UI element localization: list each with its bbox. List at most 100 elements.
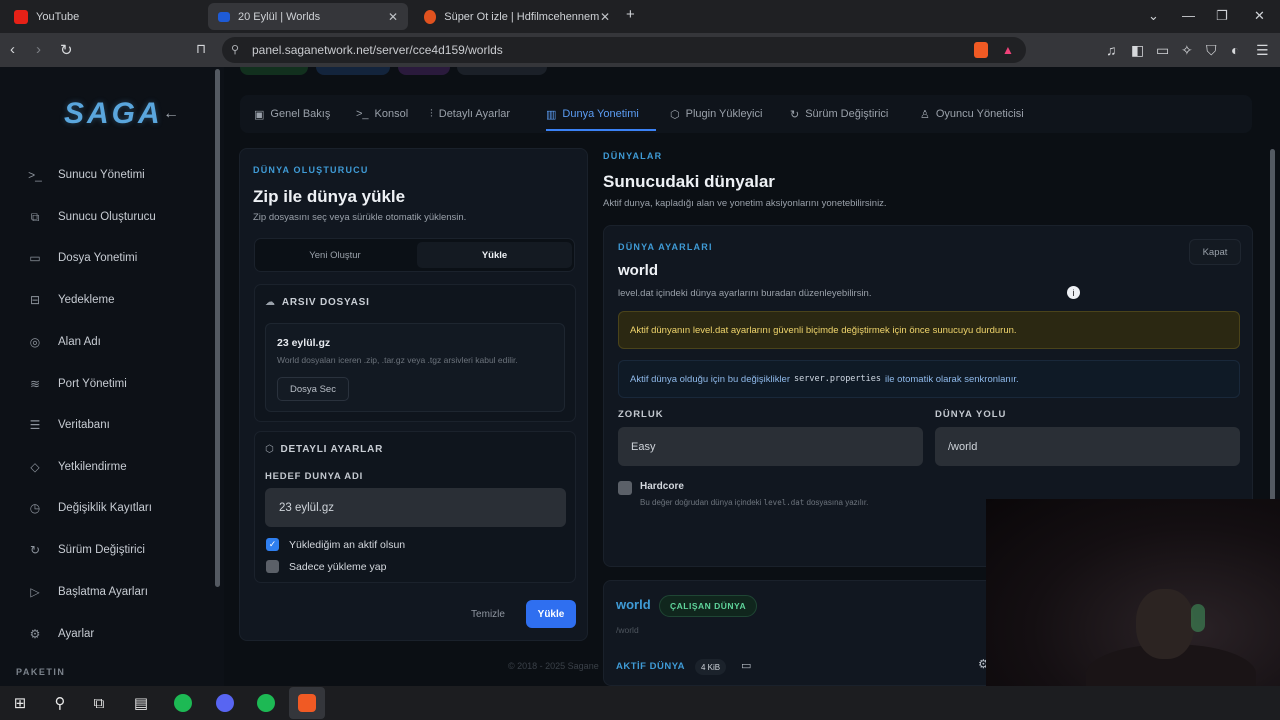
brave-browser-icon[interactable] bbox=[289, 687, 325, 719]
sidebar-item-backup[interactable]: ⊟ Yedekleme bbox=[28, 289, 208, 311]
status-chip bbox=[398, 67, 450, 75]
tab-overview[interactable]: ▣ Genel Bakış bbox=[254, 95, 330, 133]
sidebar-item-label: Sunucu Yönetimi bbox=[58, 169, 145, 181]
refresh-icon: ↻ bbox=[790, 108, 800, 121]
wallet-icon[interactable]: ▭ bbox=[1156, 42, 1169, 59]
vpn-icon[interactable]: ⛉ bbox=[1206, 42, 1217, 59]
package-icon: ⬡ bbox=[670, 108, 680, 121]
tab-list-chevron-icon[interactable]: ⌄ bbox=[1148, 8, 1159, 24]
close-tab-icon[interactable]: ✕ bbox=[600, 10, 610, 24]
tab-player-manager[interactable]: ♙ Oyuncu Yöneticisi bbox=[920, 95, 1024, 133]
brave-rewards-icon[interactable]: ▲ bbox=[1002, 43, 1014, 57]
sidebar-item-file-management[interactable]: ▭ Dosya Yonetimi bbox=[28, 247, 208, 269]
close-button[interactable]: Kapat bbox=[1189, 239, 1241, 265]
file-dropzone[interactable]: 23 eylül.gz World dosyaları iceren .zip,… bbox=[265, 323, 565, 412]
sidebar-item-server-creator[interactable]: ⧉ Sunucu Oluşturucu bbox=[28, 206, 208, 228]
task-view-icon[interactable]: ⧉ bbox=[88, 693, 110, 713]
target-world-name-input[interactable]: 23 eylül.gz bbox=[265, 488, 566, 527]
webcam-person-head bbox=[1136, 589, 1194, 659]
section-title: Sunucudaki dünyalar bbox=[603, 172, 775, 191]
section-eyebrow: DÜNYA OLUŞTURUCU bbox=[253, 165, 369, 175]
sidebar-item-database[interactable]: ☰ Veritabanı bbox=[28, 414, 208, 436]
brave-shield-icon[interactable] bbox=[974, 42, 988, 58]
active-tab-indicator bbox=[546, 129, 656, 131]
minimize-icon[interactable]: — bbox=[1182, 8, 1195, 23]
mode-toggle: Yeni Oluştur Yükle bbox=[254, 238, 575, 272]
tab-world-management[interactable]: ▥ Dunya Yonetimi bbox=[546, 95, 639, 133]
saga-logo[interactable]: SAGA bbox=[64, 97, 163, 131]
folder-icon[interactable]: ▭ bbox=[741, 659, 751, 672]
new-tab-icon[interactable]: + bbox=[626, 6, 635, 23]
theme-icon[interactable]: ◐ bbox=[1231, 42, 1239, 58]
upload-only-checkbox[interactable]: Sadece yükleme yap bbox=[266, 560, 386, 573]
sidebar-item-server-management[interactable]: >_ Sunucu Yönetimi bbox=[28, 164, 208, 186]
leo-ai-icon[interactable]: ✧ bbox=[1181, 42, 1193, 59]
database-icon: ☰ bbox=[29, 418, 41, 432]
help-icon[interactable]: i bbox=[1067, 286, 1080, 299]
site-settings-icon[interactable]: ⚲ bbox=[231, 43, 239, 56]
users-icon: ♙ bbox=[920, 108, 930, 121]
upload-button[interactable]: Yükle bbox=[526, 600, 576, 628]
upload-toggle[interactable]: Yükle bbox=[417, 242, 572, 268]
difficulty-select[interactable]: Easy bbox=[618, 427, 923, 466]
info-text: Aktif dünya olduğu için bu değişiklikler bbox=[630, 373, 791, 385]
tab-label: Plugin Yükleyici bbox=[685, 108, 763, 120]
spotify-icon[interactable] bbox=[255, 693, 277, 713]
sidebar-item-startup[interactable]: ▷ Başlatma Ayarları bbox=[28, 581, 208, 603]
forward-icon[interactable]: › bbox=[36, 41, 41, 58]
choose-file-button[interactable]: Dosya Sec bbox=[277, 377, 349, 401]
windows-taskbar: ⊞ ⚲ ⧉ ▤ bbox=[0, 686, 1280, 720]
tab-advanced-settings[interactable]: ⫶ Detaylı Ayarlar bbox=[430, 95, 510, 133]
world-size-badge: 4 KiB bbox=[695, 659, 727, 675]
sidebar-item-permissions[interactable]: ◇ Yetkilendirme bbox=[28, 456, 208, 478]
terminal-icon: >_ bbox=[356, 108, 369, 120]
sidebar-item-label: Alan Adı bbox=[58, 336, 101, 348]
sidebar-item-port[interactable]: ≋ Port Yönetimi bbox=[28, 373, 208, 395]
url-input[interactable]: ⚲ panel.saganetwork.net/server/cce4d159/… bbox=[222, 37, 1026, 63]
tab-plugin-installer[interactable]: ⬡ Plugin Yükleyici bbox=[670, 95, 762, 133]
browser-tab-film[interactable]: Süper Ot izle | Hdfilmcehennemi | Fil ✕ bbox=[414, 3, 620, 30]
activate-on-upload-checkbox[interactable]: ✓ Yüklediğim an aktif olsun bbox=[266, 538, 405, 551]
sidebar-item-version-switcher[interactable]: ↻ Sürüm Değiştirici bbox=[28, 539, 208, 561]
dashboard-icon: ▣ bbox=[254, 108, 265, 121]
webcam-headset-light bbox=[1191, 604, 1205, 632]
maximize-icon[interactable]: ❐ bbox=[1216, 8, 1228, 24]
sidebar-scrollbar[interactable] bbox=[215, 69, 220, 587]
menu-icon[interactable]: ☰ bbox=[1256, 42, 1269, 59]
spotify-icon[interactable] bbox=[172, 693, 194, 713]
sidebar-item-domain[interactable]: ◎ Alan Adı bbox=[28, 331, 208, 353]
play-icon: ▷ bbox=[30, 585, 40, 599]
cube-icon: ⬡ bbox=[265, 444, 275, 455]
tab-label: Genel Bakış bbox=[270, 108, 331, 120]
world-path-field[interactable]: /world bbox=[935, 427, 1240, 466]
file-explorer-icon[interactable]: ▤ bbox=[130, 693, 152, 713]
sidebar-toggle-icon[interactable]: ◧ bbox=[1131, 42, 1144, 59]
media-icon[interactable]: ♫ bbox=[1106, 42, 1117, 58]
archive-card: ☁ ARSIV DOSYASI 23 eylül.gz World dosyala… bbox=[254, 284, 576, 422]
search-icon[interactable]: ⚲ bbox=[49, 693, 71, 713]
sidebar-item-label: Yedekleme bbox=[58, 294, 115, 306]
windows-start-icon[interactable]: ⊞ bbox=[9, 693, 31, 713]
world-path-label: DÜNYA YOLU bbox=[935, 409, 1007, 420]
sidebar-item-settings[interactable]: ⚙ Ayarlar bbox=[28, 623, 208, 645]
hardcore-label: Hardcore bbox=[640, 481, 684, 492]
browser-tab-worlds[interactable]: 20 Eylül | Worlds ✕ bbox=[208, 3, 408, 30]
tab-title: Süper Ot izle | Hdfilmcehennemi | Fil bbox=[444, 10, 600, 23]
browser-tab-youtube[interactable]: YouTube bbox=[4, 3, 204, 30]
close-tab-icon[interactable]: ✕ bbox=[388, 10, 398, 24]
reload-icon[interactable]: ↻ bbox=[60, 41, 73, 59]
tab-version-switcher[interactable]: ↻ Sürüm Değiştirici bbox=[790, 95, 888, 133]
browser-tab-bar: YouTube 20 Eylül | Worlds ✕ Süper Ot izl… bbox=[0, 0, 1280, 33]
main-scrollbar[interactable] bbox=[1270, 149, 1275, 501]
discord-icon[interactable] bbox=[214, 693, 236, 713]
clear-button[interactable]: Temizle bbox=[460, 602, 516, 626]
tab-console[interactable]: >_ Konsol bbox=[356, 95, 408, 133]
collapse-sidebar-icon[interactable]: ← bbox=[163, 105, 179, 123]
bookmark-icon[interactable]: ⊓ bbox=[196, 41, 206, 57]
hardcore-checkbox[interactable] bbox=[618, 481, 632, 495]
back-icon[interactable]: ‹ bbox=[10, 41, 15, 58]
create-new-toggle[interactable]: Yeni Oluştur bbox=[255, 239, 415, 271]
sidebar-item-changelog[interactable]: ◷ Değişiklik Kayıtları bbox=[28, 497, 208, 519]
sliders-icon: ⫶ bbox=[430, 107, 433, 120]
close-window-icon[interactable]: ✕ bbox=[1254, 8, 1265, 24]
